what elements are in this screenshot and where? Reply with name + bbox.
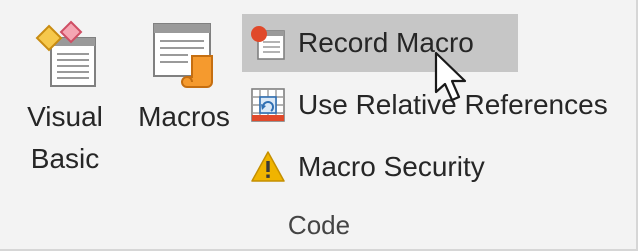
use-relative-references-button[interactable]: Use Relative References [242, 76, 608, 134]
macro-security-button[interactable]: Macro Security [242, 138, 485, 196]
visual-basic-icon [35, 20, 96, 87]
macros-label: Macros [138, 101, 230, 132]
record-macro-icon [251, 26, 285, 60]
visual-basic-button[interactable]: Visual Basic [20, 18, 110, 180]
macros-icon [153, 23, 213, 88]
macros-button[interactable]: Macros [128, 18, 240, 138]
group-label-code: Code [287, 210, 351, 240]
visual-basic-label-line2: Basic [30, 143, 100, 174]
mouse-cursor-icon [434, 51, 467, 102]
visual-basic-label-line1: Visual [27, 101, 103, 132]
relative-references-icon [251, 88, 285, 122]
warning-icon [251, 151, 285, 182]
code-ribbon-group: Visual Basic Macros Record Macro Use Rel… [0, 0, 638, 251]
macro-security-label: Macro Security [298, 151, 485, 182]
record-macro-button[interactable]: Record Macro [242, 14, 518, 72]
